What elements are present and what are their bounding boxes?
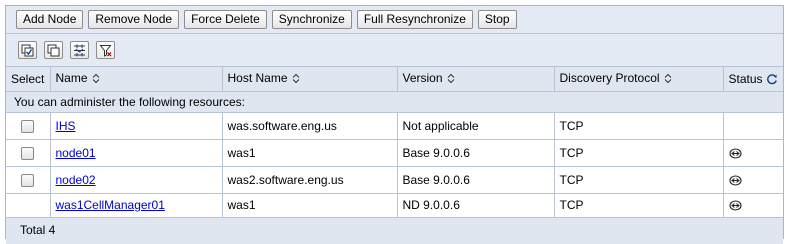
- sort-icon[interactable]: [664, 73, 672, 87]
- select-all-icon: [21, 44, 34, 56]
- host-name-cell: was.software.eng.us: [222, 112, 398, 140]
- row-select-cell: [6, 166, 51, 194]
- protocol-cell: TCP: [554, 166, 724, 194]
- column-header-status: Status: [723, 67, 783, 92]
- status-cell: [723, 166, 783, 194]
- total-count: Total 4: [6, 217, 783, 244]
- remove-node-button[interactable]: Remove Node: [88, 10, 180, 29]
- protocol-cell: TCP: [554, 112, 724, 140]
- version-cell: Not applicable: [397, 112, 555, 140]
- resources-message: You can administer the following resourc…: [6, 91, 783, 113]
- protocol-cell: TCP: [554, 139, 724, 167]
- show-filter-icon: [74, 44, 85, 56]
- force-delete-button[interactable]: Force Delete: [184, 10, 267, 29]
- node-name-cell: was1CellManager01: [50, 193, 223, 218]
- refresh-status-icon[interactable]: [763, 72, 778, 86]
- row-select-cell: [6, 112, 51, 140]
- node-collection-panel: Add Node Remove Node Force Delete Synchr…: [5, 5, 784, 244]
- deselect-all-icon: [47, 44, 60, 56]
- sort-icon[interactable]: [292, 73, 300, 87]
- host-name-cell: was2.software.eng.us: [222, 166, 398, 194]
- version-cell: ND 9.0.0.6: [397, 193, 555, 218]
- column-header-discovery-protocol[interactable]: Discovery Protocol: [554, 67, 724, 92]
- row-checkbox[interactable]: [21, 146, 35, 160]
- node-name-link[interactable]: node01: [56, 146, 96, 160]
- status-cell: [723, 112, 783, 140]
- node-name-cell: IHS: [50, 112, 223, 140]
- sort-icon[interactable]: [92, 73, 100, 87]
- table-header-row: Select Name Host Name Version Discovery …: [6, 67, 783, 92]
- table-row: was1CellManager01 was1 ND 9.0.0.6 TCP: [6, 193, 783, 218]
- column-header-select: Select: [6, 67, 51, 92]
- node-name-cell: node02: [50, 166, 223, 194]
- row-select-cell: [6, 139, 51, 167]
- host-name-cell: was1: [222, 193, 398, 218]
- version-cell: Base 9.0.0.6: [397, 139, 555, 167]
- nodes-table: Select Name Host Name Version Discovery …: [6, 67, 783, 218]
- sort-icon[interactable]: [447, 73, 455, 87]
- node-name-link[interactable]: IHS: [56, 119, 76, 133]
- add-node-button[interactable]: Add Node: [16, 10, 84, 29]
- table-message-row: You can administer the following resourc…: [6, 91, 783, 113]
- row-select-cell: [6, 193, 51, 218]
- table-row: node02 was2.software.eng.us Base 9.0.0.6…: [6, 166, 783, 194]
- synchronized-icon: [728, 175, 742, 186]
- version-cell: Base 9.0.0.6: [397, 166, 555, 194]
- action-button-bar: Add Node Remove Node Force Delete Synchr…: [6, 6, 783, 34]
- table-row: IHS was.software.eng.us Not applicable T…: [6, 112, 783, 140]
- full-resynchronize-button[interactable]: Full Resynchronize: [356, 10, 473, 29]
- table-row: node01 was1 Base 9.0.0.6 TCP: [6, 139, 783, 167]
- synchronize-button[interactable]: Synchronize: [271, 10, 352, 29]
- deselect-all-button[interactable]: [44, 41, 63, 59]
- clear-filter-button[interactable]: [96, 41, 115, 59]
- table-icon-toolbar: [6, 34, 783, 67]
- column-header-name[interactable]: Name: [50, 67, 223, 92]
- column-header-version[interactable]: Version: [397, 67, 555, 92]
- protocol-cell: TCP: [554, 193, 724, 218]
- row-checkbox[interactable]: [21, 119, 35, 133]
- clear-filter-icon: [99, 44, 112, 57]
- node-name-cell: node01: [50, 139, 223, 167]
- node-name-link[interactable]: was1CellManager01: [56, 198, 165, 212]
- status-cell: [723, 139, 783, 167]
- show-filter-button[interactable]: [70, 41, 89, 59]
- host-name-cell: was1: [222, 139, 398, 167]
- select-all-button[interactable]: [18, 41, 37, 59]
- synchronized-icon: [728, 200, 742, 211]
- node-name-link[interactable]: node02: [56, 173, 96, 187]
- synchronized-icon: [728, 148, 742, 159]
- column-header-host-name[interactable]: Host Name: [222, 67, 398, 92]
- status-cell: [723, 193, 783, 218]
- stop-button[interactable]: Stop: [477, 10, 517, 29]
- row-checkbox[interactable]: [21, 173, 35, 187]
